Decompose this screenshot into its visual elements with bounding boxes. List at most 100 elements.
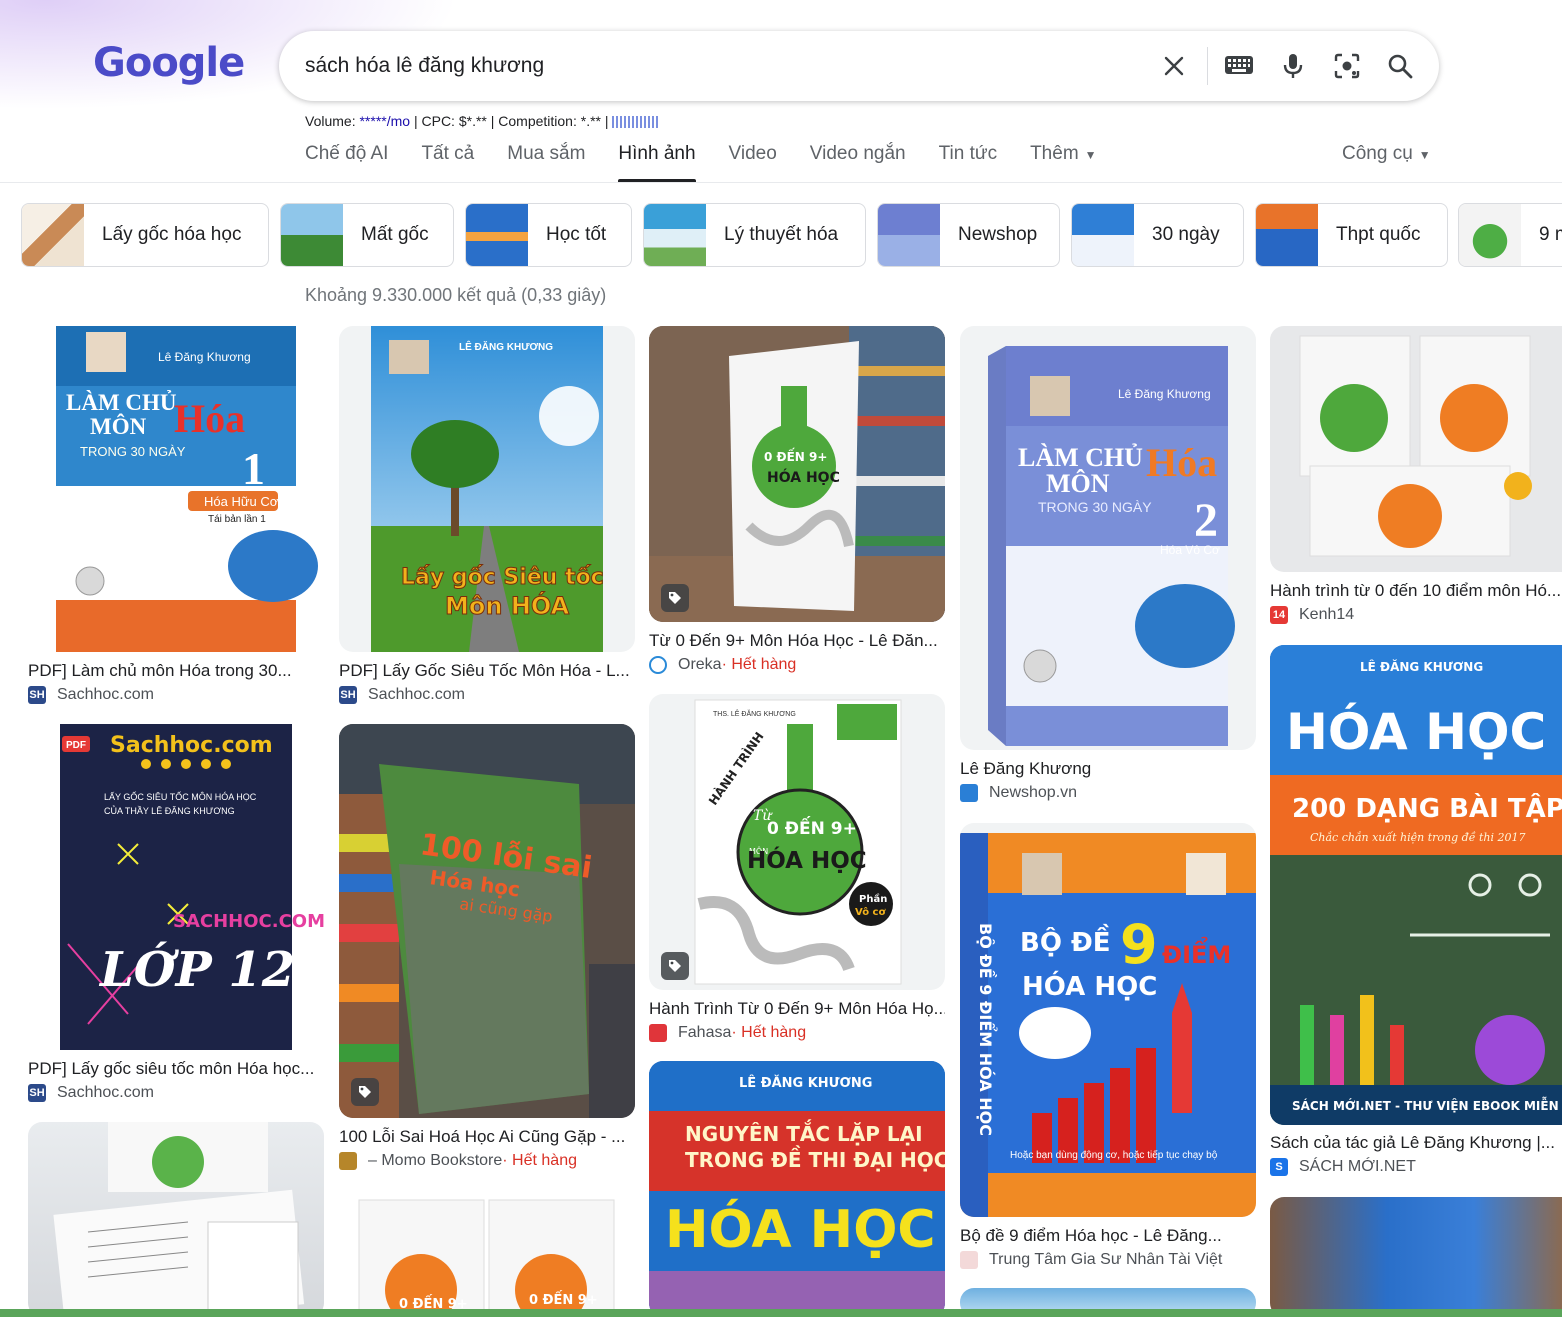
result-thumbnail[interactable] [28, 1122, 324, 1317]
chip-9-m[interactable]: 9 m [1458, 203, 1562, 267]
tools-button[interactable]: Công cụ ▼ [1342, 143, 1431, 165]
chip-30-ngay[interactable]: 30 ngày [1071, 203, 1244, 267]
cover-author: LÊ ĐĂNG KHƯƠNG [1360, 659, 1483, 674]
cover-tag: Hóa Vô Cơ [1160, 543, 1220, 557]
chip-newshop[interactable]: Newshop [877, 203, 1060, 267]
tab-shopping[interactable]: Mua sắm [507, 140, 585, 182]
fahasa-favicon [649, 1024, 667, 1042]
image-result-card[interactable]: Lê Đăng Khương LÀM CHỦ MÔN Hóa TRONG 30 … [960, 326, 1256, 806]
tab-all[interactable]: Tất cả [421, 140, 474, 182]
seo-trend-bars [612, 116, 661, 129]
cover-title: 0 ĐẾN 9+ [764, 448, 827, 464]
cover-title: LÀM CHỦ [66, 390, 177, 415]
result-title[interactable]: PDF] Lấy Gốc Siêu Tốc Môn Hóa - L... [339, 661, 635, 681]
image-result-card[interactable]: 0 ĐẾN 9+ 0 ĐẾN 9+ [339, 1190, 635, 1317]
image-result-card[interactable]: LÊ ĐĂNG KHƯƠNG NGUYÊN TẮC LẶP LẠI TRONG … [649, 1061, 945, 1317]
result-thumbnail[interactable]: 0 ĐẾN 9+ HÓA HỌC [649, 326, 945, 622]
tab-more[interactable]: Thêm ▼ [1030, 140, 1096, 182]
tab-short-videos[interactable]: Video ngắn [810, 140, 906, 182]
result-source[interactable]: S SÁCH MỚI.NET [1270, 1158, 1416, 1176]
cover-author: LÊ ĐĂNG KHƯƠNG [739, 1075, 872, 1091]
google-logo[interactable]: Google [93, 40, 245, 86]
result-source[interactable]: SH Sachhoc.com [28, 1084, 154, 1102]
result-source[interactable]: SH Sachhoc.com [28, 686, 154, 704]
result-thumbnail[interactable]: LÊ ĐĂNG KHƯƠNG Lấy gốc Siêu tốc Môn HÓA [339, 326, 635, 652]
image-result-card[interactable]: BỘ ĐỀ 9 ĐIỂM HÓA HỌC BỘ ĐỀ 9 ĐIỂM HÓA HỌ… [960, 823, 1256, 1273]
cover-title: TRONG ĐỀ THI ĐẠI HỌC [685, 1146, 945, 1172]
result-title[interactable]: Lê Đăng Khương [960, 759, 1256, 779]
image-result-card[interactable]: 100 lỗi sai Hóa học ai cũng gặp 100 Lỗi … [339, 724, 635, 1172]
image-result-card[interactable]: 0 ĐẾN 9+ HÓA HỌC Từ 0 Đến 9+ Môn Hóa Học… [649, 326, 945, 680]
result-source[interactable]: 14 Kenh14 [1270, 606, 1354, 624]
result-source[interactable]: SH Sachhoc.com [339, 686, 465, 704]
cover-edition: Tái bản lần 1 [208, 513, 266, 525]
result-thumbnail[interactable]: Lê Đăng Khương LÀM CHỦ MÔN Hóa TRONG 30 … [960, 326, 1256, 750]
image-result-card[interactable]: Sachhoc.com PDF LẤY GỐC SIÊU TỐC MÔN HÓA… [28, 724, 324, 1104]
tab-videos[interactable]: Video [729, 140, 777, 182]
sachhoc-favicon: SH [339, 686, 357, 704]
cover-subtitle: Chắc chắn xuất hiện trong đề thi 2017 [1310, 831, 1525, 844]
keyboard-icon[interactable] [1222, 49, 1256, 83]
result-title[interactable]: PDF] Làm chủ môn Hóa trong 30... [28, 661, 324, 681]
nhantaiviet-favicon [960, 1251, 978, 1269]
result-source[interactable]: Newshop.vn [960, 784, 1077, 802]
clear-icon[interactable] [1157, 49, 1191, 83]
result-title[interactable]: Từ 0 Đến 9+ Môn Hóa Học - Lê Đăn... [649, 631, 945, 651]
result-thumbnail[interactable]: LÊ ĐĂNG KHƯƠNG HÓA HỌC 200 DẠNG BÀI TẬP … [1270, 645, 1562, 1125]
chip-mat-goc[interactable]: Mất gốc [280, 203, 454, 267]
result-thumbnail[interactable]: Lê Đăng Khương LÀM CHỦ MÔN Hóa TRONG 30 … [28, 326, 324, 652]
sachhoc-favicon: SH [28, 1084, 46, 1102]
tab-ai-mode[interactable]: Chế độ AI [305, 140, 388, 182]
search-box[interactable] [279, 31, 1439, 101]
chip-thumbnail [1459, 204, 1521, 266]
chip-lay-goc-hoa-hoc[interactable]: Lấy gốc hóa học [21, 203, 269, 267]
search-icon[interactable] [1383, 49, 1417, 83]
cover-grade: LỚP 12 [98, 940, 295, 998]
result-title[interactable]: 100 Lỗi Sai Hoá Học Ai Cũng Gặp - ... [339, 1127, 635, 1147]
mic-icon[interactable] [1276, 49, 1310, 83]
seo-metrics-bar: Volume: *****/mo | CPC: $*.** | Competit… [305, 113, 661, 129]
cover-title: 200 DẠNG BÀI TẬP [1292, 792, 1562, 824]
result-thumbnail[interactable] [1270, 326, 1562, 572]
seo-volume-value[interactable]: *****/mo [359, 113, 410, 129]
image-result-card[interactable]: LÊ ĐĂNG KHƯƠNG HÓA HỌC 200 DẠNG BÀI TẬP … [1270, 645, 1562, 1185]
result-source[interactable]: Trung Tâm Gia Sư Nhân Tài Việt [960, 1251, 1222, 1269]
result-source[interactable]: – Momo Bookstore · Hết hàng [339, 1152, 577, 1170]
image-result-card[interactable] [28, 1122, 324, 1317]
result-title[interactable]: Bộ đề 9 điểm Hóa học - Lê Đăng... [960, 1226, 1256, 1246]
tab-images[interactable]: Hình ảnh [618, 140, 696, 182]
chip-thpt-quoc[interactable]: Thpt quốc [1255, 203, 1448, 267]
result-title[interactable]: Hành Trình Từ 0 Đến 9+ Môn Hóa Họ... [649, 999, 945, 1019]
chip-hoc-tot[interactable]: Học tốt [465, 203, 632, 267]
cover-desc: CỦA THẦY LÊ ĐĂNG KHƯƠNG [104, 805, 235, 816]
search-input[interactable] [305, 49, 1145, 83]
result-thumbnail[interactable]: Sachhoc.com PDF LẤY GỐC SIÊU TỐC MÔN HÓA… [28, 724, 324, 1050]
chip-ly-thuyet-hoa[interactable]: Lý thuyết hóa [643, 203, 866, 267]
result-source[interactable]: Oreka · Hết hàng [649, 656, 796, 674]
chip-thumbnail [878, 204, 940, 266]
image-result-card[interactable] [1270, 1197, 1562, 1317]
cover-bottom: Hoặc bạn dùng động cơ, hoặc tiếp tục chạ… [1010, 1149, 1218, 1161]
tab-news[interactable]: Tin tức [939, 140, 997, 182]
result-thumbnail[interactable]: THS. LÊ ĐĂNG KHƯƠNG HÀNH TRÌNH Từ 0 ĐẾN … [649, 694, 945, 990]
result-title[interactable]: PDF] Lấy gốc siêu tốc môn Hóa học... [28, 1059, 324, 1079]
result-thumbnail[interactable]: LÊ ĐĂNG KHƯƠNG NGUYÊN TẮC LẶP LẠI TRONG … [649, 1061, 945, 1317]
cover-title: LÀM CHỦ [1018, 443, 1143, 472]
sachhoc-favicon: SH [28, 686, 46, 704]
search-divider [1207, 47, 1208, 85]
cover-footer: SÁCH MỚI.NET - THƯ VIỆN EBOOK MIỄN PHÍ [1292, 1097, 1562, 1113]
result-thumbnail[interactable]: 0 ĐẾN 9+ 0 ĐẾN 9+ [339, 1190, 635, 1317]
pdf-badge: PDF [66, 740, 86, 751]
image-result-card[interactable]: THS. LÊ ĐĂNG KHƯƠNG HÀNH TRÌNH Từ 0 ĐẾN … [649, 694, 945, 1048]
image-result-card[interactable]: Lê Đăng Khương LÀM CHỦ MÔN Hóa TRONG 30 … [28, 326, 324, 706]
lens-icon[interactable] [1330, 49, 1364, 83]
result-title[interactable]: Sách của tác giả Lê Đăng Khương |... [1270, 1133, 1562, 1153]
cover-site: SACHHOC.COM [173, 911, 324, 932]
result-source[interactable]: Fahasa · Hết hàng [649, 1024, 806, 1042]
result-title[interactable]: Hành trình từ 0 đến 10 điểm môn Hó... [1270, 581, 1562, 601]
image-result-card[interactable]: LÊ ĐĂNG KHƯƠNG Lấy gốc Siêu tốc Môn HÓA … [339, 326, 635, 706]
result-thumbnail[interactable]: 100 lỗi sai Hóa học ai cũng gặp [339, 724, 635, 1118]
result-thumbnail[interactable] [1270, 1197, 1562, 1317]
result-thumbnail[interactable]: BỘ ĐỀ 9 ĐIỂM HÓA HỌC BỘ ĐỀ 9 ĐIỂM HÓA HỌ… [960, 823, 1256, 1217]
image-result-card[interactable]: Hành trình từ 0 đến 10 điểm môn Hó... 14… [1270, 326, 1562, 630]
